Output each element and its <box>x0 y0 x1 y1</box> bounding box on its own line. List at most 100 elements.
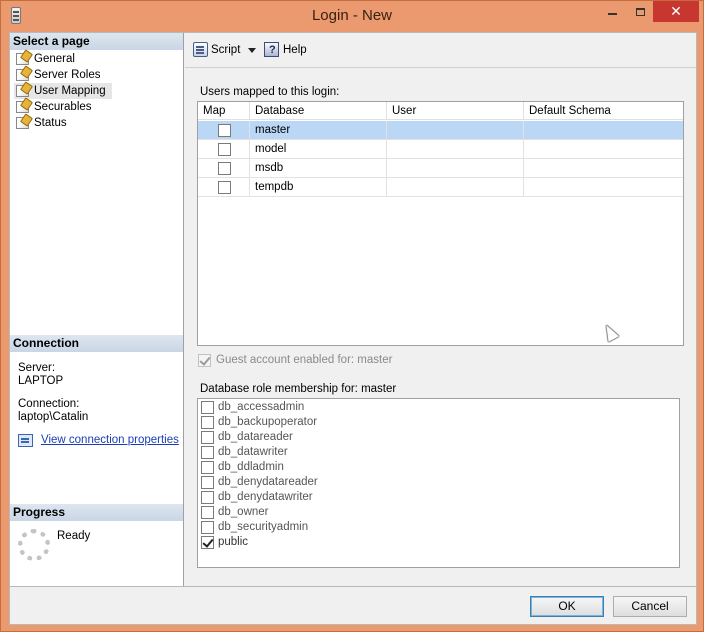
column-header-map[interactable]: Map <box>198 102 250 120</box>
map-checkbox[interactable] <box>218 181 231 194</box>
connection-properties-icon <box>18 434 33 447</box>
role-item-db-datawriter[interactable]: db_datawriter <box>201 445 288 460</box>
role-checkbox[interactable] <box>201 521 214 534</box>
role-item-db-denydatawriter[interactable]: db_denydatawriter <box>201 490 313 505</box>
default-schema-cell[interactable] <box>524 140 683 159</box>
server-label: Server: <box>18 362 56 374</box>
title-bar[interactable]: Login - New ✕ <box>1 1 703 31</box>
default-schema-cell[interactable] <box>524 159 683 178</box>
page-item-server-roles[interactable]: Server Roles <box>14 67 100 83</box>
toolbar: Script Help <box>185 33 696 66</box>
page-icon <box>16 69 29 81</box>
role-label: db_denydatareader <box>218 476 318 488</box>
role-item-db-accessadmin[interactable]: db_accessadmin <box>201 400 304 415</box>
progress-status: Ready <box>57 530 91 542</box>
dialog-client: Select a page General Server Roles User … <box>9 32 697 625</box>
role-checkbox[interactable] <box>201 476 214 489</box>
role-item-db-datareader[interactable]: db_datareader <box>201 430 293 445</box>
table-row[interactable]: msdb <box>198 159 683 178</box>
map-checkbox[interactable] <box>218 124 231 137</box>
column-header-default-schema[interactable]: Default Schema <box>524 102 683 120</box>
role-label: db_securityadmin <box>218 521 309 533</box>
map-cell <box>198 121 250 140</box>
page-item-status[interactable]: Status <box>14 115 67 131</box>
user-cell[interactable] <box>387 140 524 159</box>
server-value: LAPTOP <box>18 375 64 387</box>
progress-spinner-icon <box>18 529 50 561</box>
role-item-db-owner[interactable]: db_owner <box>201 505 269 520</box>
script-dropdown-arrow-icon[interactable] <box>248 48 256 53</box>
page-item-label: Server Roles <box>34 69 101 81</box>
progress-header: Progress <box>10 504 183 521</box>
dialog-footer: OK Cancel <box>10 586 696 624</box>
grid-header: Map Database User Default Schema <box>198 102 683 120</box>
table-row[interactable]: model <box>198 140 683 159</box>
page-item-user-mapping[interactable]: User Mapping <box>14 83 112 99</box>
maximize-button[interactable] <box>627 1 653 22</box>
user-mapping-panel: Users mapped to this login: Map Database… <box>185 67 696 586</box>
help-label: Help <box>283 44 307 56</box>
default-schema-cell[interactable] <box>524 178 683 197</box>
role-item-db-backupoperator[interactable]: db_backupoperator <box>201 415 317 430</box>
table-row[interactable]: tempdb <box>198 178 683 197</box>
role-label: public <box>218 536 249 548</box>
role-label: db_backupoperator <box>218 416 318 428</box>
user-cell[interactable] <box>387 178 524 197</box>
table-row[interactable]: master <box>198 121 683 140</box>
window-title: Login - New <box>311 7 393 24</box>
map-cell <box>198 140 250 159</box>
role-membership-list: db_accessadmin db_backupoperator db_data… <box>197 398 680 568</box>
column-header-user[interactable]: User <box>387 102 524 120</box>
page-icon <box>16 85 29 97</box>
role-checkbox[interactable] <box>201 536 214 549</box>
role-item-public[interactable]: public <box>201 535 248 550</box>
page-icon <box>16 101 29 113</box>
page-icon <box>16 117 29 129</box>
role-item-db-denydatareader[interactable]: db_denydatareader <box>201 475 318 490</box>
role-checkbox[interactable] <box>201 506 214 519</box>
view-connection-properties-link[interactable]: View connection properties <box>41 434 179 446</box>
page-item-label: Status <box>34 117 67 129</box>
help-button[interactable]: Help <box>263 42 307 58</box>
maximize-icon <box>635 7 645 16</box>
map-cell <box>198 178 250 197</box>
user-cell[interactable] <box>387 121 524 140</box>
map-checkbox[interactable] <box>218 143 231 156</box>
ok-button[interactable]: OK <box>530 596 604 617</box>
page-item-label: User Mapping <box>34 85 106 97</box>
database-cell: master <box>250 121 387 140</box>
role-item-db-securityadmin[interactable]: db_securityadmin <box>201 520 308 535</box>
role-checkbox[interactable] <box>201 416 214 429</box>
page-item-label: General <box>34 53 75 65</box>
role-checkbox[interactable] <box>201 491 214 504</box>
users-mapped-label: Users mapped to this login: <box>200 86 340 98</box>
role-label: db_datareader <box>218 431 293 443</box>
map-cell <box>198 159 250 178</box>
default-schema-cell[interactable] <box>524 121 683 140</box>
page-item-general[interactable]: General <box>14 51 75 67</box>
map-checkbox[interactable] <box>218 162 231 175</box>
database-cell: model <box>250 140 387 159</box>
connection-label: Connection: <box>18 398 80 410</box>
role-item-db-ddladmin[interactable]: db_ddladmin <box>201 460 284 475</box>
cancel-button[interactable]: Cancel <box>613 596 687 617</box>
minimize-icon <box>607 12 617 15</box>
database-cell: tempdb <box>250 178 387 197</box>
database-cell: msdb <box>250 159 387 178</box>
minimize-button[interactable] <box>599 1 625 22</box>
script-icon <box>193 42 208 57</box>
role-label: db_datawriter <box>218 446 288 458</box>
script-button[interactable]: Script <box>191 42 240 58</box>
connection-value: laptop\Catalin <box>18 411 89 423</box>
help-icon <box>264 42 279 58</box>
role-checkbox[interactable] <box>201 446 214 459</box>
page-icon <box>16 53 29 65</box>
column-header-database[interactable]: Database <box>250 102 387 120</box>
guest-account-checkbox <box>198 354 211 367</box>
role-checkbox[interactable] <box>201 431 214 444</box>
user-cell[interactable] <box>387 159 524 178</box>
close-button[interactable]: ✕ <box>653 1 699 22</box>
role-checkbox[interactable] <box>201 461 214 474</box>
page-item-label: Securables <box>34 101 92 113</box>
role-checkbox[interactable] <box>201 401 214 414</box>
